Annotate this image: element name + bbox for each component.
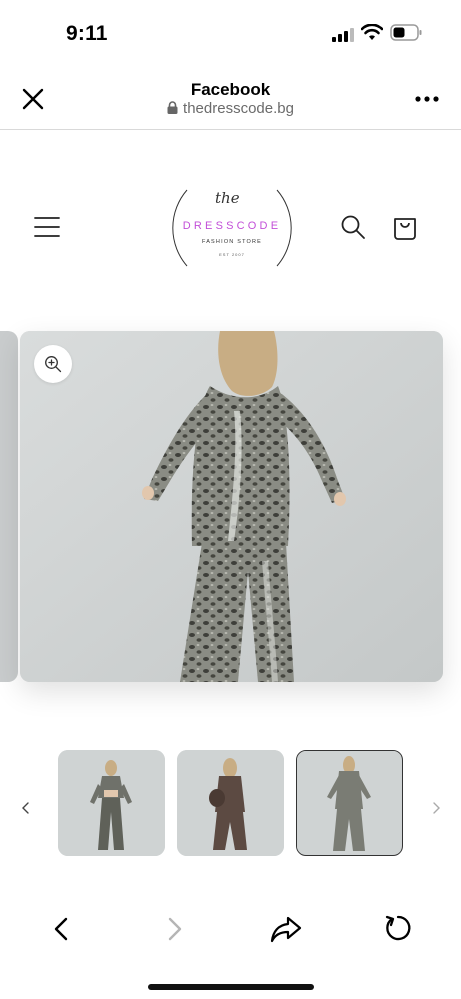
share-icon[interactable] [270,914,302,944]
bag-icon[interactable] [392,213,418,241]
browser-title: Facebook [190,80,271,99]
product-photo [20,331,443,682]
browser-url[interactable]: thedresscode.bg [0,100,461,117]
logo-script-text: the [215,189,240,207]
more-icon[interactable] [414,94,440,104]
thumbnail-next-icon[interactable] [428,799,444,817]
logo-brand-text: DRESSCODE [182,220,282,232]
wifi-icon [361,24,383,40]
logo-est: EST 2007 [219,252,245,257]
thumbnail-photo [297,751,401,854]
menu-icon[interactable] [34,216,60,238]
thumbnail-prev-icon[interactable] [18,799,34,817]
home-indicator [148,984,314,990]
forward-icon[interactable] [162,915,186,943]
product-main-image[interactable] [20,331,443,682]
site-logo[interactable]: the DRESSCODE FASHION STORE EST 2007 [165,186,299,268]
previous-image-peek[interactable] [0,331,18,682]
browser-url-text: thedresscode.bg [183,100,294,117]
lock-icon [167,101,178,114]
status-bar: 9:11 [0,0,461,62]
zoom-button[interactable] [34,345,72,383]
thumbnail-photo [58,750,165,856]
in-app-browser-header: Facebook thedresscode.bg [0,62,461,130]
battery-icon [390,24,422,41]
zoom-in-icon [45,356,62,373]
gallery-thumbnail-3[interactable] [296,750,403,856]
logo-tagline: FASHION STORE [201,239,263,245]
gallery-thumbnail-1[interactable] [58,750,165,856]
gallery-thumbnail-2[interactable] [177,750,284,856]
reload-icon[interactable] [383,913,413,943]
status-time: 9:11 [66,22,108,45]
cellular-signal-icon [332,28,354,42]
search-icon[interactable] [340,214,366,240]
thumbnail-photo [177,750,284,856]
back-icon[interactable] [50,915,74,943]
